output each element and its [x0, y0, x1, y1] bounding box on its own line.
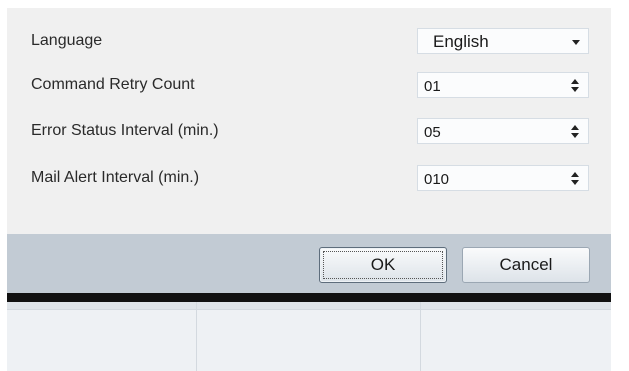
chevron-down-icon	[572, 40, 580, 45]
spin-up-icon[interactable]	[571, 125, 579, 130]
error-interval-label: Error Status Interval (min.)	[31, 122, 219, 139]
mail-interval-label: Mail Alert Interval (min.)	[31, 169, 200, 186]
spin-down-icon[interactable]	[571, 133, 579, 138]
divider-bar	[7, 293, 611, 302]
dialog-footer: OK Cancel	[7, 234, 611, 293]
cancel-button[interactable]: Cancel	[462, 247, 590, 283]
mail-interval-value: 010	[424, 171, 450, 188]
mail-interval-row: Mail Alert Interval (min.) 010	[7, 163, 611, 193]
retry-count-spinner[interactable]: 01	[417, 72, 589, 98]
language-value: English	[433, 32, 489, 51]
language-dropdown[interactable]: English	[417, 28, 589, 54]
column-divider	[420, 302, 421, 371]
cancel-label: Cancel	[499, 255, 553, 274]
spin-down-icon[interactable]	[571, 87, 579, 92]
mail-interval-spinner[interactable]: 010	[417, 165, 589, 191]
spin-up-icon[interactable]	[571, 172, 579, 177]
table-header	[7, 302, 611, 310]
ok-button[interactable]: OK	[319, 247, 447, 283]
settings-dialog: Language English Command Retry Count 01 …	[7, 8, 611, 234]
language-label: Language	[31, 32, 103, 49]
background-table	[7, 302, 611, 371]
retry-value: 01	[424, 78, 441, 95]
spin-down-icon[interactable]	[571, 180, 579, 185]
error-interval-row: Error Status Interval (min.) 05	[7, 116, 611, 146]
spin-up-icon[interactable]	[571, 79, 579, 84]
error-interval-value: 05	[424, 124, 441, 141]
language-row: Language English	[7, 26, 611, 56]
column-divider	[196, 302, 197, 371]
focus-ring	[323, 251, 443, 279]
retry-label: Command Retry Count	[31, 76, 195, 93]
error-interval-spinner[interactable]: 05	[417, 118, 589, 144]
retry-row: Command Retry Count 01	[7, 70, 611, 100]
